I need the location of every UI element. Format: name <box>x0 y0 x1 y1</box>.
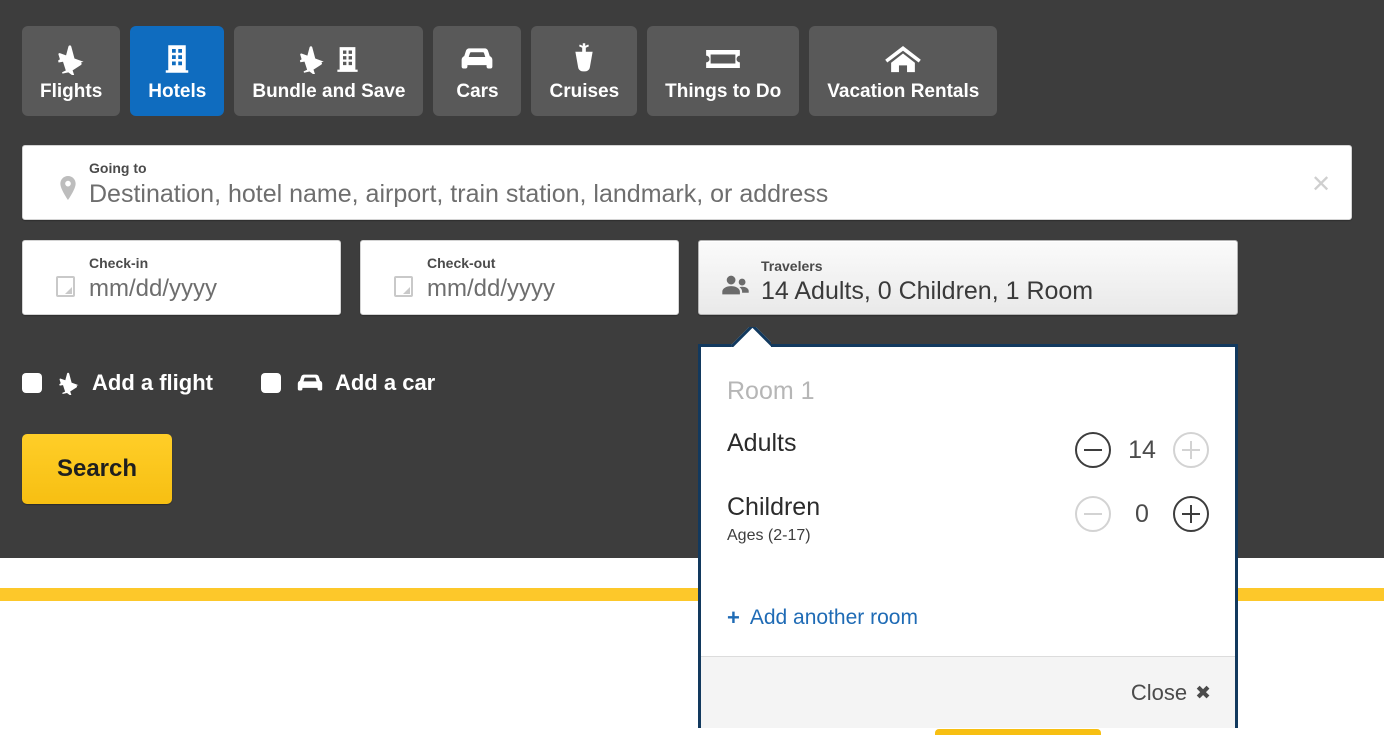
checkin-label: Check-in <box>89 256 148 270</box>
building-icon <box>162 38 192 80</box>
calendar-icon <box>56 276 75 297</box>
tab-bundle-and-save[interactable]: Bundle and Save <box>234 26 423 116</box>
occupancy-labels: Children Ages (2-17) <box>727 494 1075 545</box>
occupancy-labels: Adults <box>727 430 1075 458</box>
addon-label: Add a car <box>335 370 435 396</box>
add-a-flight-checkbox[interactable]: Add a flight <box>22 370 213 396</box>
house-icon <box>884 38 922 80</box>
plus-icon: + <box>727 605 740 631</box>
map-pin-icon <box>59 176 77 200</box>
tab-label: Things to Do <box>665 82 781 101</box>
checkin-placeholder: mm/dd/yyyy <box>89 277 217 301</box>
occupancy-name: Children <box>727 494 1075 522</box>
checkbox-box[interactable] <box>261 373 281 393</box>
room-title: Room 1 <box>727 379 1209 404</box>
tab-cars[interactable]: Cars <box>433 26 521 116</box>
add-another-room-label: Add another room <box>750 606 918 630</box>
adults-count: 14 <box>1125 436 1159 465</box>
plane-building-icon <box>296 38 361 80</box>
occupancy-sublabel: Ages (2-17) <box>727 527 1075 545</box>
destination-field[interactable]: Going to Destination, hotel name, airpor… <box>22 145 1352 220</box>
tab-label: Flights <box>40 82 102 101</box>
children-increment-button[interactable] <box>1173 496 1209 532</box>
tab-things-to-do[interactable]: Things to Do <box>647 26 799 116</box>
car-icon <box>295 372 325 394</box>
destination-clear-icon[interactable]: ✕ <box>1309 172 1333 196</box>
checkbox-box[interactable] <box>22 373 42 393</box>
children-stepper: 0 <box>1075 494 1209 532</box>
checkout-label: Check-out <box>427 256 495 270</box>
occupancy-row-children: Children Ages (2-17) 0 <box>727 494 1209 545</box>
destination-label: Going to <box>89 161 147 175</box>
tab-label: Hotels <box>148 82 206 101</box>
popup-caret <box>731 327 771 347</box>
calendar-icon <box>394 276 413 297</box>
travelers-label: Travelers <box>761 259 823 273</box>
checkin-field[interactable]: Check-in mm/dd/yyyy <box>22 240 341 315</box>
travelers-icon <box>721 274 750 296</box>
adults-stepper: 14 <box>1075 430 1209 468</box>
travelers-value: 14 Adults, 0 Children, 1 Room <box>761 279 1093 304</box>
checkout-field[interactable]: Check-out mm/dd/yyyy <box>360 240 679 315</box>
adults-increment-button[interactable] <box>1173 432 1209 468</box>
children-decrement-button[interactable] <box>1075 496 1111 532</box>
tab-flights[interactable]: Flights <box>22 26 120 116</box>
tab-label: Bundle and Save <box>252 82 405 101</box>
tab-label: Cars <box>456 82 498 101</box>
close-icon: ✖ <box>1195 682 1211 704</box>
occupancy-name: Adults <box>727 430 1075 458</box>
children-count: 0 <box>1125 500 1159 529</box>
bottom-yellow-button-peek[interactable] <box>935 729 1101 735</box>
tab-label: Cruises <box>549 82 619 101</box>
add-another-room-link[interactable]: + Add another room <box>727 605 918 631</box>
occupancy-row-adults: Adults 14 <box>727 430 1209 468</box>
travelers-field[interactable]: Travelers 14 Adults, 0 Children, 1 Room <box>698 240 1238 315</box>
car-icon <box>458 38 496 80</box>
adults-decrement-button[interactable] <box>1075 432 1111 468</box>
ticket-icon <box>705 38 741 80</box>
destination-placeholder: Destination, hotel name, airport, train … <box>89 182 828 207</box>
tab-hotels[interactable]: Hotels <box>130 26 224 116</box>
travel-search-page: Flights Hotels Bundle and Save Ca <box>0 0 1384 735</box>
add-a-car-checkbox[interactable]: Add a car <box>261 370 435 396</box>
search-button[interactable]: Search <box>22 434 172 504</box>
product-nav-tabs: Flights Hotels Bundle and Save Ca <box>22 26 997 116</box>
addon-label: Add a flight <box>92 370 213 396</box>
close-label: Close <box>1131 680 1187 706</box>
travelers-popup: Room 1 Adults 14 Children Ages (2-17) <box>698 344 1238 728</box>
ship-icon <box>568 38 600 80</box>
plane-icon <box>54 38 88 80</box>
tab-cruises[interactable]: Cruises <box>531 26 637 116</box>
tab-label: Vacation Rentals <box>827 82 979 101</box>
popup-footer: Close ✖ <box>701 656 1235 728</box>
tab-vacation-rentals[interactable]: Vacation Rentals <box>809 26 997 116</box>
close-button[interactable]: Close ✖ <box>1131 680 1211 706</box>
addon-row: Add a flight Add a car <box>22 370 483 396</box>
popup-body: Room 1 Adults 14 Children Ages (2-17) <box>701 347 1235 653</box>
checkout-placeholder: mm/dd/yyyy <box>427 277 555 301</box>
plane-icon <box>56 371 82 395</box>
